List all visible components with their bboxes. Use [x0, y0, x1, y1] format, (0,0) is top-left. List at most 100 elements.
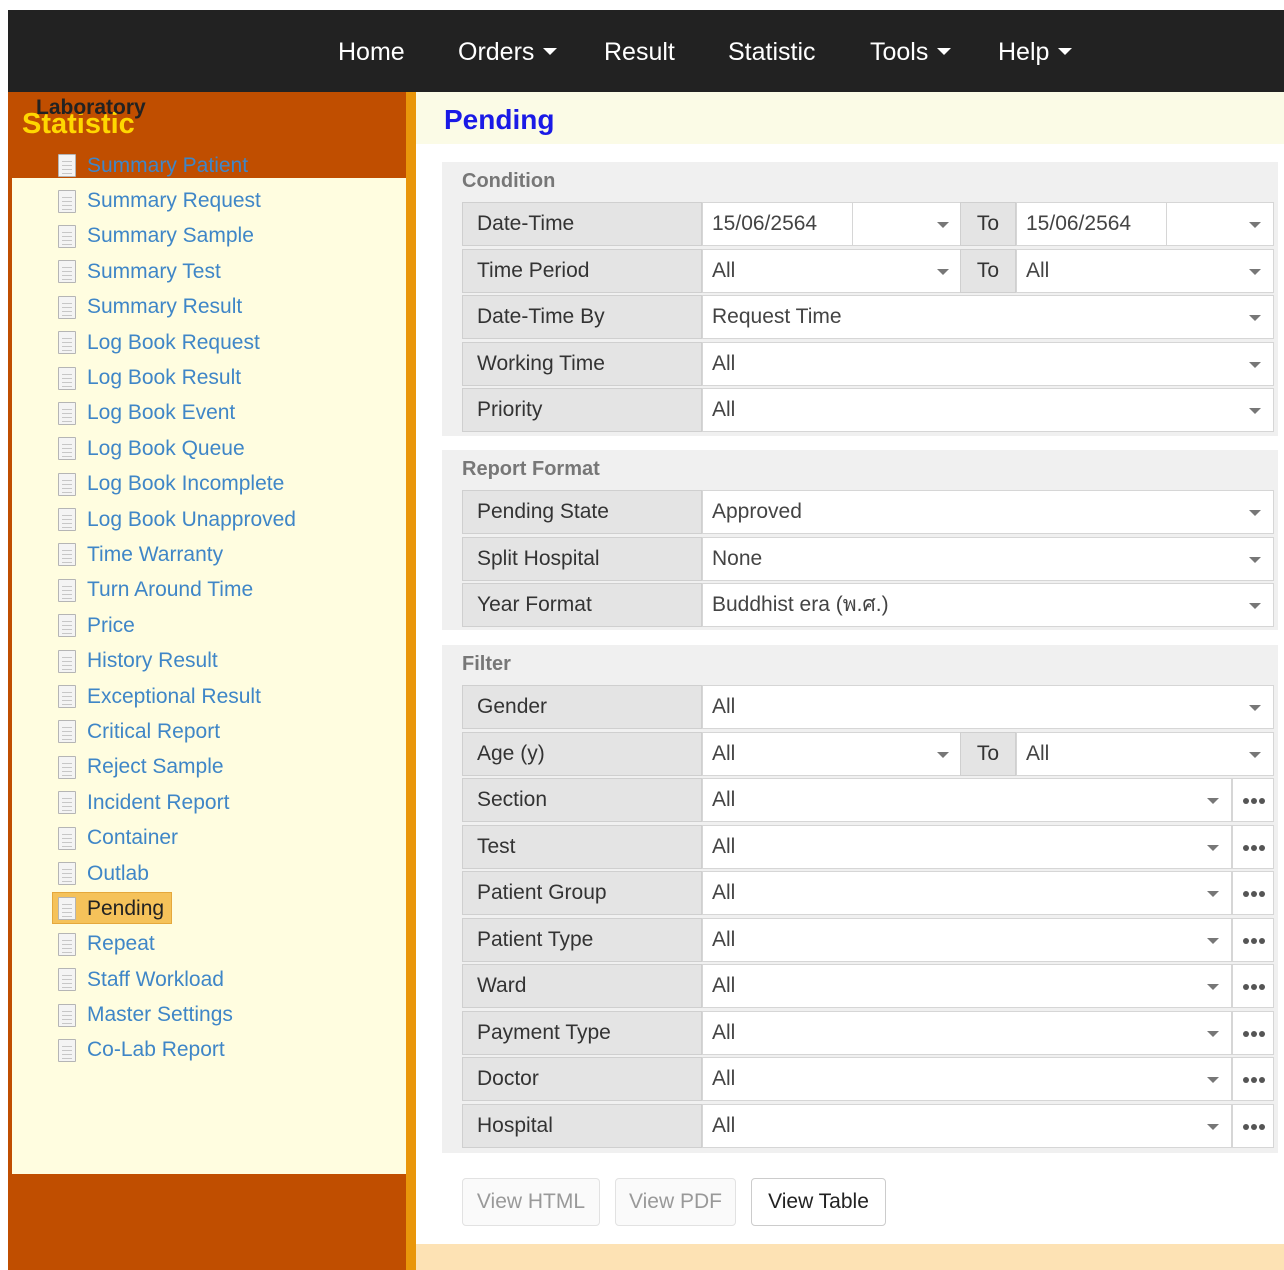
- payment-type-label: Payment Type: [462, 1011, 702, 1055]
- document-icon: [58, 720, 76, 744]
- row-patient-type: Patient Type All: [462, 918, 1274, 962]
- nav-help-label: Help: [998, 38, 1050, 66]
- nav-orders[interactable]: Orders: [458, 36, 558, 68]
- view-html-button[interactable]: View HTML: [462, 1178, 600, 1226]
- sidebar-item[interactable]: Log Book Request: [58, 325, 388, 360]
- sidebar-item[interactable]: Summary Test: [58, 254, 388, 289]
- sidebar-item[interactable]: Pending: [52, 891, 388, 926]
- section-select[interactable]: All: [702, 778, 1232, 822]
- row-doctor: Doctor All: [462, 1057, 1274, 1101]
- sidebar-item[interactable]: Repeat: [58, 927, 388, 962]
- document-icon: [58, 685, 76, 709]
- sidebar-item-label: Co-Lab Report: [87, 1038, 225, 1062]
- working-time-select[interactable]: All: [702, 342, 1274, 386]
- sidebar-item[interactable]: Co-Lab Report: [58, 1033, 388, 1068]
- sidebar-item-label: Critical Report: [87, 719, 221, 743]
- section-more-button[interactable]: [1232, 778, 1274, 822]
- chevron-down-icon: [937, 269, 949, 275]
- sidebar-item[interactable]: History Result: [58, 643, 388, 678]
- hospital-more-button[interactable]: [1232, 1104, 1274, 1148]
- doctor-value: All: [712, 1067, 736, 1090]
- split-hospital-select[interactable]: None: [702, 537, 1274, 581]
- date-from-input[interactable]: 15/06/2564: [702, 202, 854, 246]
- nav-tools[interactable]: Tools: [870, 36, 952, 68]
- payment-type-select[interactable]: All: [702, 1011, 1232, 1055]
- sidebar-item[interactable]: Log Book Result: [58, 360, 388, 395]
- sidebar-item[interactable]: Summary Sample: [58, 219, 388, 254]
- caret-down-icon: [1058, 48, 1073, 55]
- year-format-select[interactable]: Buddhist era (พ.ศ.): [702, 583, 1274, 627]
- sidebar-item[interactable]: Container: [58, 820, 388, 855]
- doctor-more-button[interactable]: [1232, 1057, 1274, 1101]
- sidebar-item[interactable]: Time Warranty: [58, 537, 388, 572]
- chevron-down-icon: [1249, 603, 1261, 609]
- more-dots-icon: [1243, 1124, 1249, 1130]
- pending-state-value: Approved: [712, 500, 802, 523]
- patient-group-more-button[interactable]: [1232, 871, 1274, 915]
- more-dots-icon: [1243, 938, 1249, 944]
- sidebar-item[interactable]: Summary Patient: [58, 148, 388, 183]
- sidebar-item[interactable]: Incident Report: [58, 785, 388, 820]
- split-hospital-value: None: [712, 547, 763, 570]
- date-time-by-select[interactable]: Request Time: [702, 295, 1274, 339]
- sidebar-item[interactable]: Log Book Event: [58, 396, 388, 431]
- date-to-input[interactable]: 15/06/2564: [1016, 202, 1168, 246]
- sidebar-item[interactable]: Reject Sample: [58, 750, 388, 785]
- sidebar-item[interactable]: Log Book Unapproved: [58, 502, 388, 537]
- chevron-down-icon: [937, 752, 949, 758]
- pending-state-select[interactable]: Approved: [702, 490, 1274, 534]
- payment-type-more-button[interactable]: [1232, 1011, 1274, 1055]
- view-pdf-button[interactable]: View PDF: [615, 1178, 736, 1226]
- test-select[interactable]: All: [702, 825, 1232, 869]
- sidebar-item-label: Summary Patient: [87, 153, 249, 177]
- sidebar-item[interactable]: Critical Report: [58, 714, 388, 749]
- document-icon: [58, 366, 76, 390]
- sidebar-item[interactable]: Outlab: [58, 856, 388, 891]
- working-time-value: All: [712, 352, 736, 375]
- hospital-select[interactable]: All: [702, 1104, 1232, 1148]
- sidebar-item-label: Summary Result: [87, 295, 243, 319]
- chevron-down-icon: [1249, 752, 1261, 758]
- gender-label: Gender: [462, 685, 702, 729]
- view-table-button[interactable]: View Table: [751, 1178, 886, 1226]
- patient-type-select[interactable]: All: [702, 918, 1232, 962]
- more-dots-icon: [1243, 798, 1249, 804]
- sidebar-item[interactable]: Turn Around Time: [58, 573, 388, 608]
- row-date-time-by: Date-Time By Request Time: [462, 295, 1274, 339]
- priority-select[interactable]: All: [702, 388, 1274, 432]
- time-period-to-select[interactable]: All: [1016, 249, 1274, 293]
- sidebar-item[interactable]: Exceptional Result: [58, 679, 388, 714]
- age-from-select[interactable]: All: [702, 732, 962, 776]
- patient-type-more-button[interactable]: [1232, 918, 1274, 962]
- age-label: Age (y): [462, 732, 702, 776]
- ward-label: Ward: [462, 964, 702, 1008]
- nav-home[interactable]: Home: [338, 36, 405, 68]
- time-period-from-value: All: [712, 259, 736, 282]
- document-icon: [58, 401, 76, 425]
- age-to-select[interactable]: All: [1016, 732, 1274, 776]
- time-from-select[interactable]: [852, 202, 962, 246]
- sidebar-item[interactable]: Log Book Incomplete: [58, 467, 388, 502]
- sidebar-item[interactable]: Price: [58, 608, 388, 643]
- test-more-button[interactable]: [1232, 825, 1274, 869]
- time-period-from-select[interactable]: All: [702, 249, 962, 293]
- gender-select[interactable]: All: [702, 685, 1274, 729]
- sidebar-item[interactable]: Log Book Queue: [58, 431, 388, 466]
- nav-statistic[interactable]: Statistic: [728, 36, 816, 68]
- ward-more-button[interactable]: [1232, 964, 1274, 1008]
- nav-result[interactable]: Result: [604, 36, 675, 68]
- sidebar-item[interactable]: Summary Request: [58, 183, 388, 218]
- sidebar-item[interactable]: Staff Workload: [58, 962, 388, 997]
- time-to-select[interactable]: [1166, 202, 1274, 246]
- patient-group-value: All: [712, 881, 736, 904]
- document-icon: [58, 968, 76, 992]
- nav-help[interactable]: Help: [998, 36, 1073, 68]
- patient-group-select[interactable]: All: [702, 871, 1232, 915]
- patient-type-value: All: [712, 928, 736, 951]
- doctor-select[interactable]: All: [702, 1057, 1232, 1101]
- to-label: To: [960, 732, 1016, 776]
- document-icon: [58, 295, 76, 319]
- sidebar-item[interactable]: Master Settings: [58, 997, 388, 1032]
- ward-select[interactable]: All: [702, 964, 1232, 1008]
- sidebar-item[interactable]: Summary Result: [58, 290, 388, 325]
